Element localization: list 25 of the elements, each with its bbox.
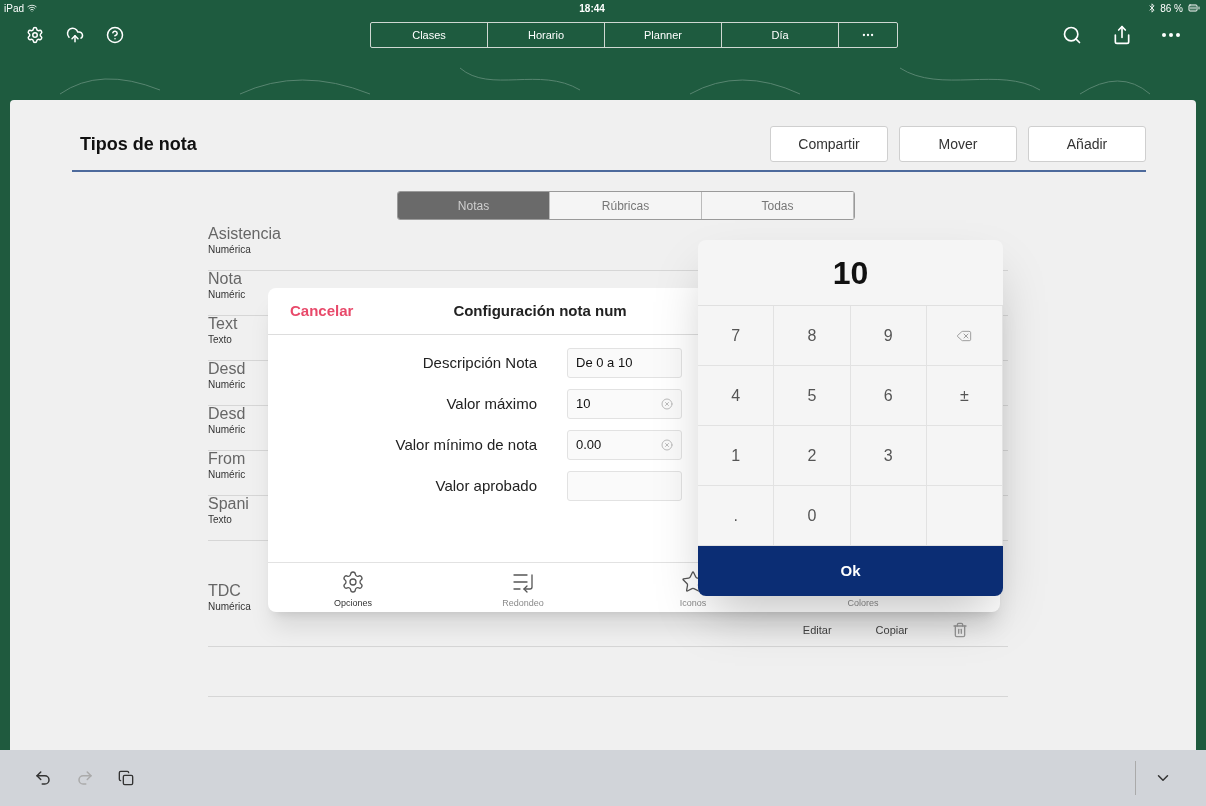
- note-type-kind: Numéric: [208, 470, 246, 480]
- dialog-title: Configuración nota num: [453, 300, 627, 321]
- field-label: Valor mínimo de nota: [394, 434, 537, 455]
- note-type-kind: Texto: [208, 515, 232, 525]
- note-type-name: Nota: [208, 271, 242, 287]
- note-type-name: Desd: [208, 361, 246, 377]
- note-type-name: From: [208, 451, 246, 467]
- note-type-name: Spani: [208, 496, 249, 512]
- clock-time: 18:44: [579, 1, 605, 16]
- note-type-kind: Numérica: [208, 602, 251, 612]
- note-type-kind: Numéric: [208, 380, 246, 390]
- page-title: Tipos de nota: [79, 132, 197, 156]
- note-type-kind: Numéric: [208, 425, 246, 435]
- battery-percent: 86 %: [1160, 1, 1183, 16]
- note-type-name: TDC: [208, 583, 241, 599]
- note-type-kind: Texto: [208, 335, 232, 345]
- note-type-name: Asistencia: [208, 226, 281, 242]
- note-type-name: Text: [208, 316, 238, 332]
- device-name: iPad: [4, 1, 24, 16]
- field-label: Valor aprobado: [434, 475, 537, 496]
- field-label: Descripción Nota: [421, 352, 537, 373]
- note-type-name: Desd: [208, 406, 246, 422]
- note-type-kind: Numéric: [208, 290, 246, 300]
- field-label: Valor máximo: [445, 393, 537, 414]
- note-type-kind: Numérica: [208, 245, 251, 255]
